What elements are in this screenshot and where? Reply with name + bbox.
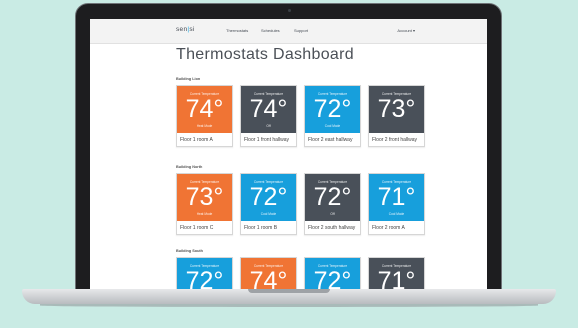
thermostat-mode: Cool Mode	[260, 212, 277, 216]
temperature-tile: Current Temperature 74° Off	[241, 86, 296, 133]
thermostat-location: Floor 2 east hallway	[308, 137, 353, 143]
thermostat-mode: Cool Mode	[388, 212, 405, 216]
building-name: Building South	[176, 249, 203, 253]
temperature-tile: Current Temperature 73°	[369, 86, 424, 133]
browser-screen: sen|si Thermostats Schedules Support Acc…	[90, 19, 487, 290]
thermostat-card[interactable]: Current Temperature 71° Cool Mode Floor 2 r…	[368, 173, 425, 235]
thermostat-card[interactable]: Current Temperature 74°	[240, 257, 297, 290]
temperature-value: 72°	[313, 183, 352, 211]
thermostat-location: Floor 1 room B	[244, 225, 278, 231]
thermostat-mode: Heat Mode	[196, 124, 213, 128]
temperature-tile: Current Temperature 72°	[177, 258, 232, 290]
dashboard-content: Thermostats Dashboard Building Lion Curr…	[176, 46, 436, 290]
temperature-tile: Current Temperature 74° Heat Mode	[177, 86, 232, 133]
nav-link-thermostats[interactable]: Thermostats	[226, 28, 248, 33]
laptop-shadow	[40, 304, 538, 307]
temperature-tile: Current Temperature 72° Cool Mode	[305, 86, 360, 133]
temperature-tile: Current Temperature 72°	[305, 258, 360, 290]
nav-link-support[interactable]: Support	[294, 28, 308, 33]
thermostat-card[interactable]: Current Temperature 74° Heat Mode Floor 1 r…	[176, 85, 233, 147]
temperature-value: 72°	[185, 267, 224, 290]
thermostat-card[interactable]: Current Temperature 72° Off Floor 2 south h…	[304, 173, 361, 235]
thermostat-location: Floor 1 room A	[180, 137, 213, 143]
thermostat-card[interactable]: Current Temperature 72° Cool Mode Floor 2 e…	[304, 85, 361, 147]
nav-link-schedules[interactable]: Schedules	[261, 28, 280, 33]
temperature-value: 73°	[377, 95, 416, 123]
thermostat-card[interactable]: Current Temperature 73° Floor 2 front hall…	[368, 85, 425, 147]
temperature-value: 74°	[249, 95, 288, 123]
thermostat-card-list: Current Temperature 74° Heat Mode Floor 1 r…	[176, 85, 436, 147]
thermostat-card[interactable]: Current Temperature 74° Off Floor 1 front h…	[240, 85, 297, 147]
camera-icon	[288, 9, 291, 12]
thermostat-location: Floor 1 front hallway	[244, 137, 290, 143]
account-menu[interactable]: Account ▾	[397, 28, 415, 33]
thermostat-card[interactable]: Current Temperature 72° Cool Mode Floor 1 r…	[240, 173, 297, 235]
temperature-value: 72°	[249, 183, 288, 211]
thermostat-card[interactable]: Current Temperature 72°	[176, 257, 233, 290]
temperature-tile: Current Temperature 71° Cool Mode	[369, 174, 424, 221]
building-section: Building South Current Temperature 72° Cu…	[176, 245, 436, 290]
temperature-value: 72°	[313, 267, 352, 290]
senzi-logo[interactable]: sen|si	[176, 26, 195, 33]
building-section: Building North Current Temperature 73° Hea…	[176, 161, 436, 235]
laptop-notch	[248, 289, 330, 293]
logo-text-right: si	[189, 26, 195, 33]
page-title: Thermostats Dashboard	[176, 46, 354, 63]
thermostat-location: Floor 2 room A	[372, 225, 405, 231]
thermostat-mode: Cool Mode	[324, 124, 341, 128]
building-name: Building North	[176, 165, 203, 169]
building-section: Building Lion Current Temperature 74° Heat…	[176, 73, 436, 147]
temperature-value: 74°	[185, 95, 224, 123]
temperature-value: 72°	[313, 95, 352, 123]
thermostat-mode: Heat Mode	[196, 212, 213, 216]
thermostat-location: Floor 1 room C	[180, 225, 214, 231]
thermostat-card[interactable]: Current Temperature 71°	[368, 257, 425, 290]
thermostat-location: Floor 2 front hallway	[372, 137, 418, 143]
thermostat-card-list: Current Temperature 72° Current Temperatu…	[176, 257, 436, 290]
temperature-tile: Current Temperature 72° Off	[305, 174, 360, 221]
thermostat-card[interactable]: Current Temperature 72°	[304, 257, 361, 290]
temperature-value: 71°	[377, 267, 416, 290]
temperature-tile: Current Temperature 73° Heat Mode	[177, 174, 232, 221]
temperature-value: 73°	[185, 183, 224, 211]
thermostat-mode: Off	[266, 124, 271, 128]
temperature-value: 74°	[249, 267, 288, 290]
thermostat-location: Floor 2 south hallway	[308, 225, 356, 231]
building-name: Building Lion	[176, 77, 201, 81]
thermostat-card[interactable]: Current Temperature 73° Heat Mode Floor 1 r…	[176, 173, 233, 235]
temperature-value: 71°	[377, 183, 416, 211]
thermostat-mode: Off	[330, 212, 335, 216]
logo-text-left: sen	[176, 26, 188, 33]
temperature-tile: Current Temperature 71°	[369, 258, 424, 290]
thermostat-card-list: Current Temperature 73° Heat Mode Floor 1 r…	[176, 173, 436, 235]
temperature-tile: Current Temperature 74°	[241, 258, 296, 290]
top-navigation: sen|si Thermostats Schedules Support Acc…	[90, 19, 487, 44]
temperature-tile: Current Temperature 72° Cool Mode	[241, 174, 296, 221]
